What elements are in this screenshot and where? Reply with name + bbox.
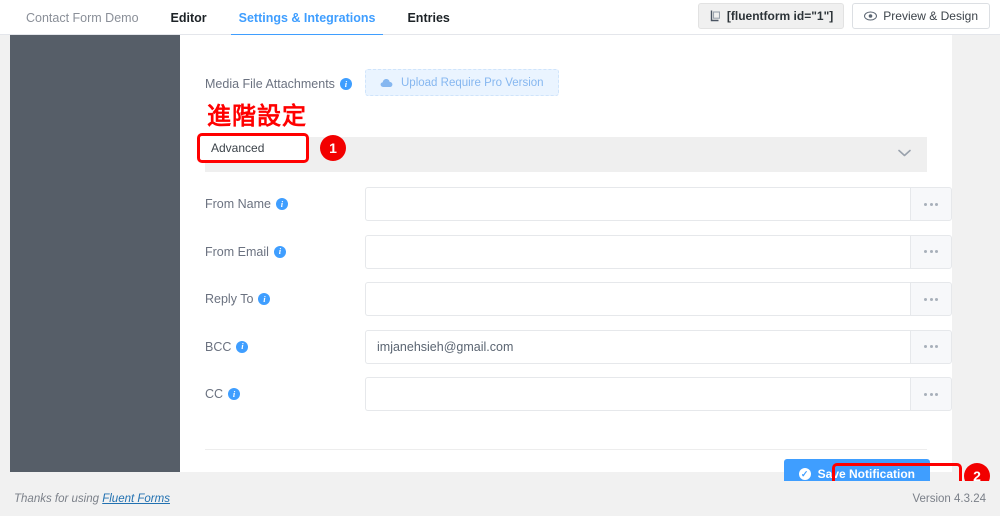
from-email-label-group: From Email i [205,245,286,259]
ellipsis-icon[interactable] [910,282,952,316]
reply-to-input[interactable] [365,282,910,316]
upload-pro-button[interactable]: Upload Require Pro Version [365,69,559,96]
field-label: From Email [205,244,269,259]
media-attachments-label: Media File Attachments [205,77,335,91]
tab-label: Settings & Integrations [238,10,376,25]
shortcode-button[interactable]: [fluentform id="1"] [697,3,845,29]
shortcode-bracket-icon [709,10,720,23]
preview-design-button[interactable]: Preview & Design [852,3,990,29]
field-row-bcc: BCC i [180,326,952,374]
check-circle-icon: ✓ [798,468,811,480]
media-attachments-row: Media File Attachments i Upload Require … [180,67,952,107]
tab-label: Entries [407,10,450,25]
advanced-section-toggle[interactable]: Advanced [205,137,927,172]
top-actions: [fluentform id="1"] Preview & Design [697,3,990,29]
from-name-label-group: From Name i [205,197,288,211]
cc-label-group: CC i [205,387,241,401]
annotation-badge-1: 1 [320,135,346,161]
field-row-reply-to: Reply To i [180,278,952,326]
tab-label: Editor [170,10,207,25]
field-label: From Name [205,197,271,211]
info-icon[interactable]: i [258,293,271,305]
notification-settings-panel: Media File Attachments i Upload Require … [180,35,952,489]
advanced-label: Advanced [219,147,273,162]
shortcode-label: [fluentform id="1"] [726,9,834,23]
preview-label: Preview & Design [883,9,978,23]
page-body: Media File Attachments i Upload Require … [0,35,1000,494]
save-button-label: Save Notification [817,467,915,481]
from-email-input[interactable] [365,234,910,269]
cc-input[interactable] [365,377,910,411]
field-label: BCC [205,339,232,354]
field-row-cc: CC i [180,373,952,421]
ellipsis-icon[interactable] [910,234,952,269]
from-name-input[interactable] [365,187,910,221]
ellipsis-icon[interactable] [910,377,952,411]
tab-contact-form-demo[interactable]: Contact Form Demo [10,0,155,35]
fluent-forms-link[interactable]: Fluent Forms [102,493,170,505]
eye-icon [864,11,878,21]
chevron-down-icon [898,149,911,157]
field-row-from-email: From Email i [180,231,952,279]
tab-editor[interactable]: Editor [155,0,223,35]
info-icon[interactable]: i [275,198,288,210]
footer-thanks-prefix: Thanks for using [14,492,103,505]
top-tab-bar: Contact Form Demo Editor Settings & Inte… [0,0,1000,36]
upload-button-label: Upload Require Pro Version [401,76,544,89]
footer-version: Version 4.3.24 [912,492,986,505]
notification-fields: From Name i From Email i Reply To i BCC … [180,183,952,421]
cloud-upload-icon [380,78,393,88]
page-footer: Thanks for using Fluent Forms Version 4.… [0,481,1000,516]
field-label: Reply To [205,292,254,306]
field-label: CC [205,387,224,401]
ellipsis-icon[interactable] [910,329,952,364]
settings-sidebar[interactable] [10,35,180,472]
info-icon[interactable]: i [236,340,249,353]
info-icon[interactable]: i [228,388,241,400]
panel-divider [205,449,927,450]
from-email-control [365,234,952,269]
bcc-input[interactable] [365,329,910,364]
reply-to-control [365,282,952,316]
field-row-from-name: From Name i [180,183,952,231]
media-attachments-label-group: Media File Attachments i [205,77,352,91]
bcc-label-group: BCC i [205,339,249,354]
tab-label: Contact Form Demo [26,10,139,25]
info-icon[interactable]: i [273,245,286,258]
annotation-section-heading: 進階設定 [207,103,307,130]
bcc-control [365,329,952,364]
tab-settings-integrations[interactable]: Settings & Integrations [223,0,392,36]
ellipsis-icon[interactable] [910,187,952,221]
footer-thanks: Thanks for using Fluent Forms [14,493,170,505]
cc-control [365,377,952,411]
info-icon[interactable]: i [339,78,352,90]
from-name-control [365,187,952,221]
tab-entries[interactable]: Entries [391,0,465,35]
reply-to-label-group: Reply To i [205,292,271,306]
